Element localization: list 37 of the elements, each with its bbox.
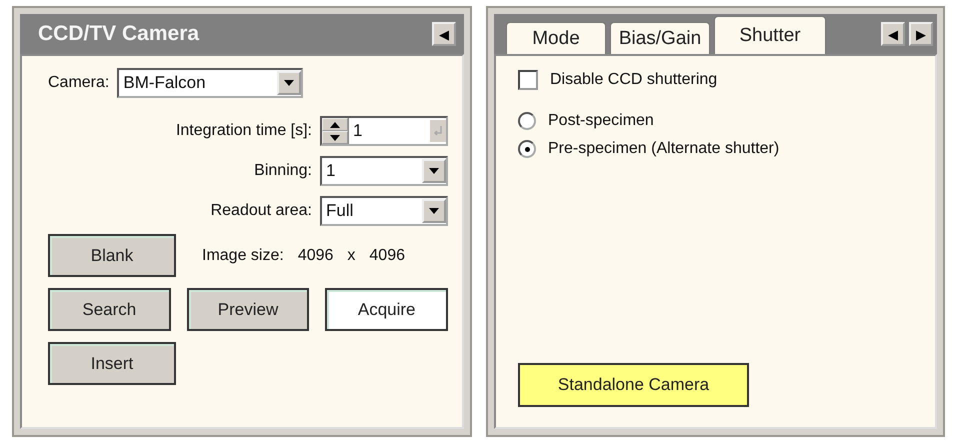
readout-area-dropdown[interactable]: Full [320, 196, 448, 226]
dropdown-arrow-icon [284, 80, 294, 86]
radio-button[interactable] [518, 140, 536, 158]
camera-dropdown[interactable]: BM-Falcon [117, 68, 304, 98]
standalone-camera-button[interactable]: Standalone Camera [518, 363, 749, 407]
action-button[interactable]: Preview [186, 288, 310, 331]
enter-icon [430, 120, 446, 142]
tab[interactable]: Shutter [714, 16, 826, 54]
image-size-label: Image size: [202, 246, 284, 264]
camera-label: Camera: [48, 74, 110, 92]
tab-scroll-button[interactable]: ◀ [881, 22, 905, 46]
tab[interactable]: Bias/Gain [610, 22, 710, 54]
dropdown-arrow-icon [429, 208, 439, 214]
readout-area-label: Readout area: [210, 202, 312, 220]
integration-time-label: Integration time [s]: [176, 122, 312, 140]
binning-label: Binning: [254, 162, 312, 180]
action-button[interactable]: Blank [48, 234, 176, 277]
image-height: 4096 [369, 246, 405, 264]
times-sign: x [347, 246, 356, 264]
tab[interactable]: Mode [506, 22, 606, 54]
checkbox-label: Disable CCD shuttering [550, 71, 718, 89]
binning-dropdown[interactable]: 1 [320, 156, 448, 186]
spin-down-icon [330, 134, 340, 140]
radio-label: Post-specimen [548, 112, 654, 130]
radio-label: Pre-specimen (Alternate shutter) [548, 140, 780, 158]
action-button[interactable]: Search [48, 288, 171, 331]
panel-title: CCD/TV Camera [38, 22, 200, 46]
collapse-button[interactable]: ◀ [432, 22, 456, 46]
acquire-button[interactable]: Acquire [325, 288, 448, 331]
integration-time-field[interactable]: 1 [320, 116, 448, 146]
image-width: 4096 [298, 246, 334, 264]
radio-button[interactable] [518, 112, 536, 130]
tab-scroll-button[interactable]: ▶ [909, 22, 933, 46]
dropdown-arrow-icon [429, 168, 439, 174]
spin-up-icon [330, 122, 340, 128]
action-button[interactable]: Insert [48, 342, 176, 385]
checkbox[interactable] [518, 70, 538, 90]
